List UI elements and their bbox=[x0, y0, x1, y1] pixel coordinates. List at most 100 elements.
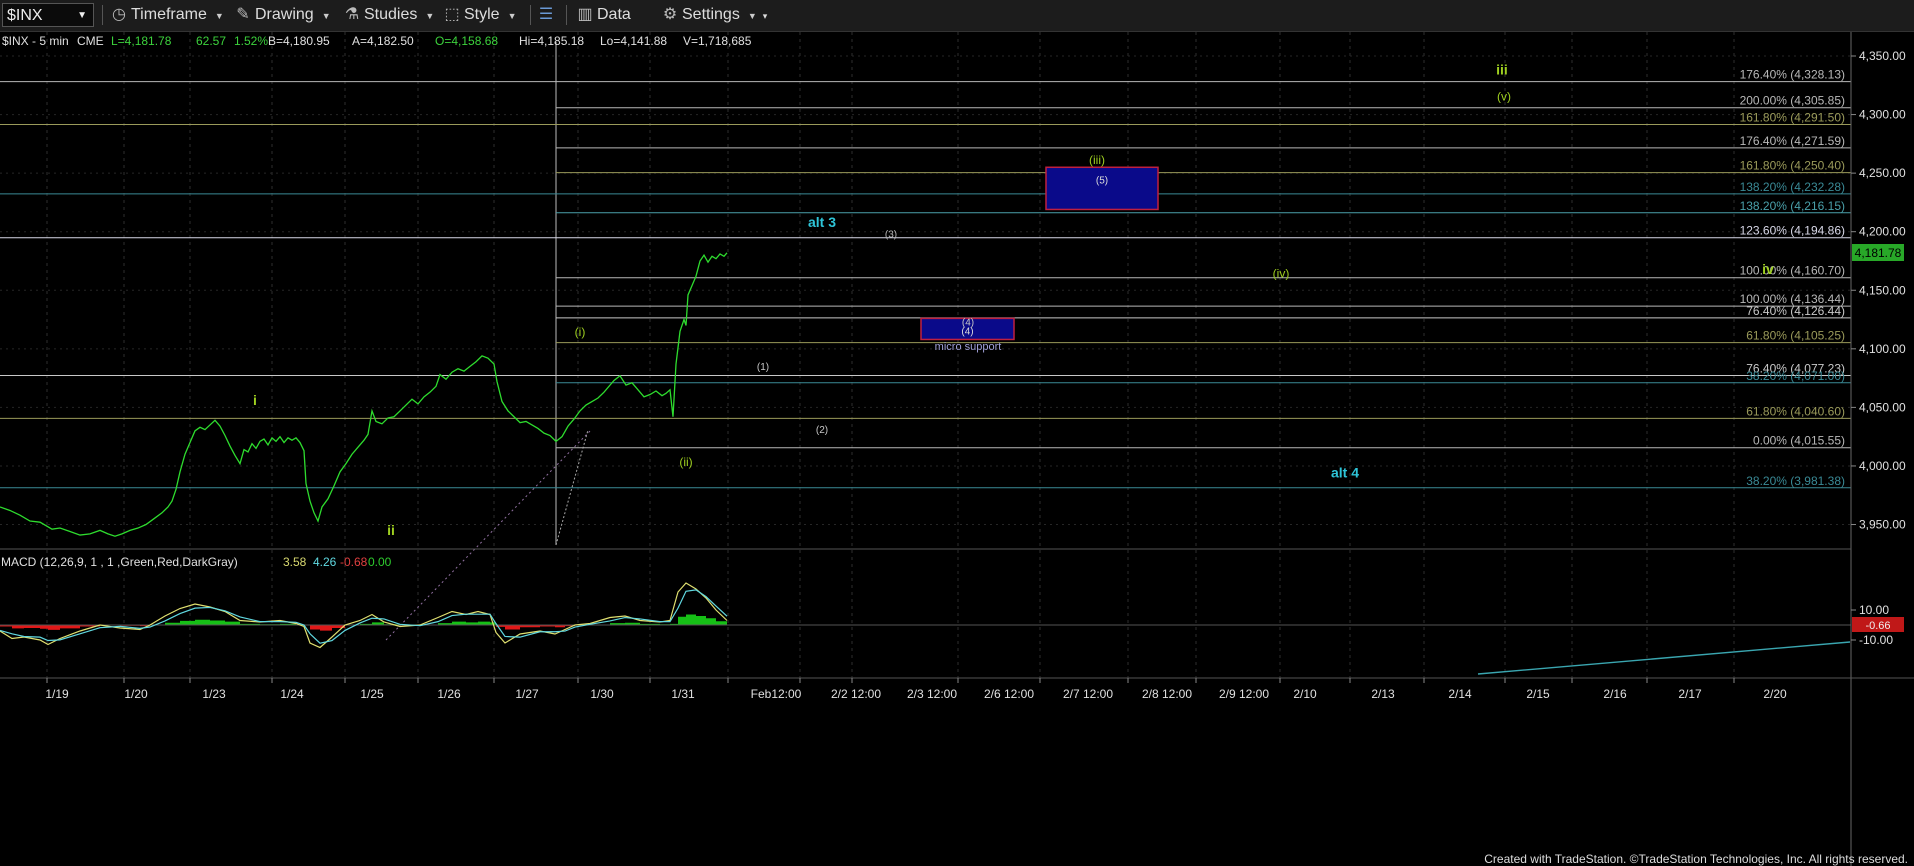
x-tick-label: 2/3 12:00 bbox=[907, 687, 957, 701]
wave-label: (ii) bbox=[679, 455, 692, 469]
data-label: Data bbox=[597, 6, 631, 23]
macd-histogram-bar bbox=[686, 614, 696, 625]
y-tick-label: 3,950.00 bbox=[1859, 518, 1906, 532]
style-menu[interactable]: ⬚ Style ▼ bbox=[443, 4, 517, 26]
x-tick-label: 1/27 bbox=[515, 687, 539, 701]
macd-tick-label: -10.00 bbox=[1859, 633, 1893, 647]
x-tick-label: 1/26 bbox=[437, 687, 461, 701]
price-line bbox=[0, 252, 728, 537]
style-label: Style bbox=[464, 6, 500, 23]
symbol-input[interactable]: $INX ▼ bbox=[2, 3, 94, 27]
chart-area[interactable]: 176.40% (4,328.13) 200.00% (4,305.85) 161.… bbox=[0, 32, 1914, 866]
macd-tag-label: -0.66 bbox=[1865, 620, 1890, 632]
macd-value-2: 4.26 bbox=[313, 555, 337, 569]
layout-icon: ☰ bbox=[538, 6, 554, 23]
fib-label: 161.80% (4,291.50) bbox=[1740, 111, 1845, 125]
chevron-down-icon[interactable]: ▼ bbox=[77, 4, 87, 28]
copyright-footer: Created with TradeStation. ©TradeStation… bbox=[1484, 852, 1908, 866]
wave-label: alt 3 bbox=[808, 214, 836, 230]
drawing-menu[interactable]: ✎ Drawing ▼ bbox=[234, 4, 331, 26]
wave-label: (v) bbox=[1497, 90, 1511, 104]
x-tick-label: 1/20 bbox=[124, 687, 148, 701]
drawing-overlay bbox=[385, 429, 1851, 675]
x-tick-label: 2/6 12:00 bbox=[984, 687, 1034, 701]
macd-value-3: -0.68 bbox=[340, 555, 368, 569]
fib-label: 61.80% (4,105.25) bbox=[1746, 329, 1845, 343]
y-tick-label: 4,000.00 bbox=[1859, 459, 1906, 473]
header-high: Hi=4,185.18 bbox=[519, 34, 584, 48]
grid bbox=[0, 32, 1851, 678]
macd-histogram-bar bbox=[678, 616, 686, 625]
fib-label: 176.40% (4,271.59) bbox=[1740, 134, 1845, 148]
chevron-down-icon: ▼ bbox=[214, 11, 224, 21]
x-tick-label: Feb12:00 bbox=[751, 687, 802, 701]
header-low: Lo=4,141.88 bbox=[600, 34, 667, 48]
wave-label: alt 4 bbox=[1331, 465, 1359, 481]
macd-histogram-bar bbox=[60, 625, 80, 629]
x-tick-label: 2/15 bbox=[1526, 687, 1550, 701]
fib-label: 38.20% (3,981.38) bbox=[1746, 474, 1845, 488]
y-tick-label: 4,200.00 bbox=[1859, 225, 1906, 239]
chevron-down-icon: ▼ bbox=[507, 11, 517, 21]
fib-label: 38.20% (4,071.00) bbox=[1746, 369, 1845, 383]
header-exchange: CME bbox=[77, 34, 104, 48]
fib-label: 176.40% (4,328.13) bbox=[1740, 68, 1845, 82]
fib-label: 138.20% (4,216.15) bbox=[1740, 199, 1845, 213]
chevron-down-icon: ▼ bbox=[321, 11, 331, 21]
toolbar: $INX ▼ ◷ Timeframe ▼ ✎ Drawing ▼ ⚗ Studies ▼ ⬚… bbox=[0, 0, 1914, 32]
macd-histogram-bar bbox=[696, 616, 706, 625]
last-price-label: 4,181.78 bbox=[1855, 246, 1902, 260]
x-tick-label: 2/16 bbox=[1603, 687, 1627, 701]
toolbar-divider bbox=[530, 5, 531, 25]
header-symbol: $INX - 5 min bbox=[2, 34, 69, 48]
price-series bbox=[0, 252, 728, 537]
macd-value-1: 3.58 bbox=[283, 555, 307, 569]
wave-label: (iii) bbox=[1089, 153, 1105, 167]
x-tick-label: 1/23 bbox=[202, 687, 226, 701]
x-tick-label: 1/19 bbox=[45, 687, 69, 701]
header-open: O=4,158.68 bbox=[435, 34, 498, 48]
x-tick-label: 1/30 bbox=[590, 687, 614, 701]
layout-button[interactable]: ☰ bbox=[537, 4, 558, 26]
x-tick-label: 1/31 bbox=[671, 687, 695, 701]
x-tick-label: 2/7 12:00 bbox=[1063, 687, 1113, 701]
pencil-icon: ✎ bbox=[236, 6, 250, 23]
x-tick-label: 2/17 bbox=[1678, 687, 1702, 701]
y-tick-label: 4,100.00 bbox=[1859, 342, 1906, 356]
box-label: (5) bbox=[1096, 175, 1108, 186]
header-change: 62.57 bbox=[196, 34, 226, 48]
studies-menu[interactable]: ⚗ Studies ▼ bbox=[343, 4, 434, 26]
macd-histogram-bar bbox=[48, 625, 60, 630]
y-tick-label: 4,050.00 bbox=[1859, 400, 1906, 414]
header-ask: A=4,182.50 bbox=[352, 34, 414, 48]
overflow-icon: ▾ bbox=[762, 11, 768, 21]
settings-menu[interactable]: ⚙ Settings ▼ ▾ bbox=[661, 4, 767, 26]
wave-label: (i) bbox=[575, 325, 586, 339]
macd-value-4: 0.00 bbox=[368, 555, 392, 569]
macd-histogram-bar bbox=[478, 621, 490, 625]
support-box bbox=[1045, 166, 1159, 211]
wave-label: micro support bbox=[935, 341, 1002, 353]
fib-label: 200.00% (4,305.85) bbox=[1740, 94, 1845, 108]
macd-histogram-bar bbox=[225, 621, 240, 625]
fib-label: 0.00% (4,015.55) bbox=[1753, 434, 1845, 448]
fib-label: 100.00% (4,160.70) bbox=[1740, 264, 1845, 278]
wave-label: (iv) bbox=[1273, 266, 1290, 280]
wave-label: ii bbox=[387, 522, 395, 538]
macd-line bbox=[0, 582, 728, 649]
macd-header: MACD (12,26,9, 1 , 1 ,Green,Red,DarkGray… bbox=[1, 555, 392, 569]
macd-histogram-bar bbox=[210, 620, 225, 625]
timeframe-menu[interactable]: ◷ Timeframe ▼ bbox=[110, 4, 224, 26]
data-menu[interactable]: ▥ Data bbox=[576, 4, 631, 26]
symbol-text: $INX bbox=[7, 7, 43, 24]
y-tick-label: 4,150.00 bbox=[1859, 283, 1906, 297]
wave-labels: iii(v)(iii)alt 3(3)(iv) iv(4)micro suppor… bbox=[253, 62, 1774, 538]
macd-histogram-bar bbox=[706, 618, 716, 625]
chevron-down-icon: ▼ bbox=[747, 11, 757, 21]
macd-histogram-bar bbox=[40, 625, 48, 629]
macd-histogram-bar bbox=[716, 621, 727, 625]
flask-icon: ⚗ bbox=[344, 6, 360, 23]
x-tick-label: 2/13 bbox=[1371, 687, 1395, 701]
macd-value-tag: -0.66 bbox=[1852, 617, 1904, 632]
channel-line bbox=[385, 430, 591, 641]
